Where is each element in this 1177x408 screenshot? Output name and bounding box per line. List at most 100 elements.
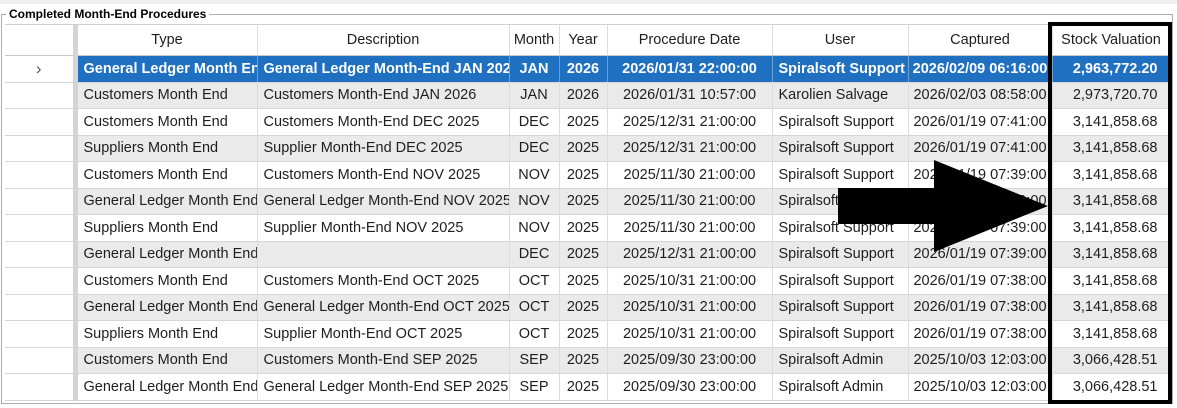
cell-type[interactable]: General Ledger Month End — [75, 188, 258, 215]
cell-month[interactable]: DEC — [509, 108, 560, 136]
cell-procedure-date[interactable]: 2025/12/31 21:00:00 — [607, 241, 773, 268]
cell-year[interactable]: 2025 — [559, 267, 608, 295]
cell-type[interactable]: Customers Month End — [75, 347, 258, 374]
row-indicator[interactable] — [5, 135, 78, 162]
cell-description[interactable]: General Ledger Month-End SEP 2025 — [257, 373, 510, 401]
cell-stock-valuation[interactable]: 3,066,428.51 — [1052, 373, 1171, 401]
cell-type[interactable]: General Ledger Month End — [75, 373, 258, 401]
cell-type[interactable]: General Ledger Month End — [75, 294, 258, 321]
cell-month[interactable]: OCT — [509, 320, 560, 348]
cell-procedure-date[interactable]: 2025/10/31 21:00:00 — [607, 320, 773, 348]
column-header-user[interactable]: User — [772, 25, 909, 56]
column-header-year[interactable]: Year — [559, 25, 608, 56]
cell-procedure-date[interactable]: 2025/12/31 21:00:00 — [607, 135, 773, 162]
cell-month[interactable]: DEC — [509, 135, 560, 162]
cell-year[interactable]: 2026 — [559, 82, 608, 109]
cell-procedure-date[interactable]: 2026/01/31 22:00:00 — [607, 55, 773, 83]
column-header-captured[interactable]: Captured — [908, 25, 1053, 56]
cell-captured[interactable]: 2026/01/19 07:38:00 — [908, 320, 1053, 348]
cell-description[interactable] — [257, 241, 510, 268]
cell-month[interactable]: DEC — [509, 241, 560, 268]
row-indicator[interactable] — [5, 214, 78, 242]
cell-captured[interactable]: 2026/01/19 07:38:00 — [908, 294, 1053, 321]
row-indicator[interactable] — [5, 188, 78, 215]
cell-year[interactable]: 2025 — [559, 161, 608, 189]
cell-stock-valuation[interactable]: 2,973,720.70 — [1052, 82, 1171, 109]
cell-stock-valuation[interactable]: 3,141,858.68 — [1052, 267, 1171, 295]
cell-stock-valuation[interactable]: 3,141,858.68 — [1052, 135, 1171, 162]
cell-month[interactable]: SEP — [509, 373, 560, 401]
row-indicator[interactable] — [5, 108, 78, 136]
cell-procedure-date[interactable]: 2025/10/31 21:00:00 — [607, 267, 773, 295]
cell-captured[interactable]: 2026/01/19 07:41:00 — [908, 135, 1053, 162]
cell-month[interactable]: OCT — [509, 294, 560, 321]
cell-captured[interactable]: 2026/02/09 06:16:00 — [908, 55, 1053, 83]
cell-year[interactable]: 2025 — [559, 135, 608, 162]
cell-user[interactable]: Spiralsoft Support — [772, 320, 909, 348]
cell-type[interactable]: Customers Month End — [75, 108, 258, 136]
cell-captured[interactable]: 2025/10/03 12:03:00 — [908, 347, 1053, 374]
table-row[interactable]: Customers Month End Customers Month-End D… — [5, 108, 1171, 136]
table-row[interactable]: Suppliers Month End Supplier Month-End DE… — [5, 135, 1171, 162]
column-header-procedure-date[interactable]: Procedure Date — [607, 25, 773, 56]
cell-user[interactable]: Spiralsoft Support — [772, 55, 909, 83]
cell-description[interactable]: General Ledger Month-End JAN 2026 — [257, 55, 510, 83]
row-indicator[interactable]: › — [5, 55, 78, 83]
cell-month[interactable]: SEP — [509, 347, 560, 374]
cell-procedure-date[interactable]: 2025/09/30 23:00:00 — [607, 347, 773, 374]
cell-year[interactable]: 2025 — [559, 108, 608, 136]
cell-description[interactable]: Customers Month-End JAN 2026 — [257, 82, 510, 109]
cell-month[interactable]: OCT — [509, 267, 560, 295]
row-indicator[interactable] — [5, 82, 78, 109]
cell-procedure-date[interactable]: 2026/01/31 10:57:00 — [607, 82, 773, 109]
cell-procedure-date[interactable]: 2025/11/30 21:00:00 — [607, 188, 773, 215]
cell-type[interactable]: Suppliers Month End — [75, 214, 258, 242]
cell-type[interactable]: Customers Month End — [75, 82, 258, 109]
cell-captured[interactable]: 2025/10/03 12:03:00 — [908, 373, 1053, 401]
cell-procedure-date[interactable]: 2025/12/31 21:00:00 — [607, 108, 773, 136]
cell-year[interactable]: 2025 — [559, 347, 608, 374]
cell-description[interactable]: Customers Month-End NOV 2025 — [257, 161, 510, 189]
column-header-month[interactable]: Month — [509, 25, 560, 56]
cell-stock-valuation[interactable]: 3,141,858.68 — [1052, 108, 1171, 136]
cell-stock-valuation[interactable]: 3,141,858.68 — [1052, 294, 1171, 321]
cell-month[interactable]: NOV — [509, 214, 560, 242]
cell-stock-valuation[interactable]: 3,141,858.68 — [1052, 320, 1171, 348]
cell-description[interactable]: Supplier Month-End NOV 2025 — [257, 214, 510, 242]
cell-user[interactable]: Spiralsoft Admin — [772, 347, 909, 374]
table-row[interactable]: General Ledger Month End General Ledger M… — [5, 373, 1171, 401]
cell-captured[interactable]: 2026/01/19 07:41:00 — [908, 108, 1053, 136]
cell-stock-valuation[interactable]: 3,141,858.68 — [1052, 241, 1171, 268]
cell-captured[interactable]: 2026/01/19 07:38:00 — [908, 267, 1053, 295]
cell-procedure-date[interactable]: 2025/11/30 21:00:00 — [607, 161, 773, 189]
cell-year[interactable]: 2025 — [559, 320, 608, 348]
column-header-description[interactable]: Description — [257, 25, 510, 56]
cell-year[interactable]: 2025 — [559, 188, 608, 215]
cell-type[interactable]: Customers Month End — [75, 267, 258, 295]
cell-captured[interactable]: 2026/02/03 08:58:00 — [908, 82, 1053, 109]
column-header-type[interactable]: Type — [75, 25, 258, 56]
cell-type[interactable]: Suppliers Month End — [75, 320, 258, 348]
cell-procedure-date[interactable]: 2025/11/30 21:00:00 — [607, 214, 773, 242]
cell-stock-valuation[interactable]: 3,141,858.68 — [1052, 188, 1171, 215]
cell-description[interactable]: Supplier Month-End OCT 2025 — [257, 320, 510, 348]
row-indicator[interactable] — [5, 161, 78, 189]
cell-type[interactable]: General Ledger Month End — [75, 241, 258, 268]
column-header-stock-valuation[interactable]: Stock Valuation — [1052, 25, 1171, 56]
table-row[interactable]: Suppliers Month End Supplier Month-End OC… — [5, 320, 1171, 348]
row-indicator[interactable] — [5, 373, 78, 401]
cell-procedure-date[interactable]: 2025/10/31 21:00:00 — [607, 294, 773, 321]
cell-user[interactable]: Spiralsoft Support — [772, 294, 909, 321]
cell-year[interactable]: 2026 — [559, 55, 608, 83]
table-row[interactable]: Customers Month End Customers Month-End S… — [5, 347, 1171, 374]
table-row[interactable]: Customers Month End Customers Month-End J… — [5, 82, 1171, 109]
cell-year[interactable]: 2025 — [559, 241, 608, 268]
cell-stock-valuation[interactable]: 3,066,428.51 — [1052, 347, 1171, 374]
cell-month[interactable]: NOV — [509, 188, 560, 215]
cell-description[interactable]: Supplier Month-End DEC 2025 — [257, 135, 510, 162]
cell-year[interactable]: 2025 — [559, 373, 608, 401]
row-indicator[interactable] — [5, 267, 78, 295]
cell-description[interactable]: General Ledger Month-End OCT 2025 — [257, 294, 510, 321]
cell-description[interactable]: General Ledger Month-End NOV 2025 — [257, 188, 510, 215]
cell-year[interactable]: 2025 — [559, 294, 608, 321]
